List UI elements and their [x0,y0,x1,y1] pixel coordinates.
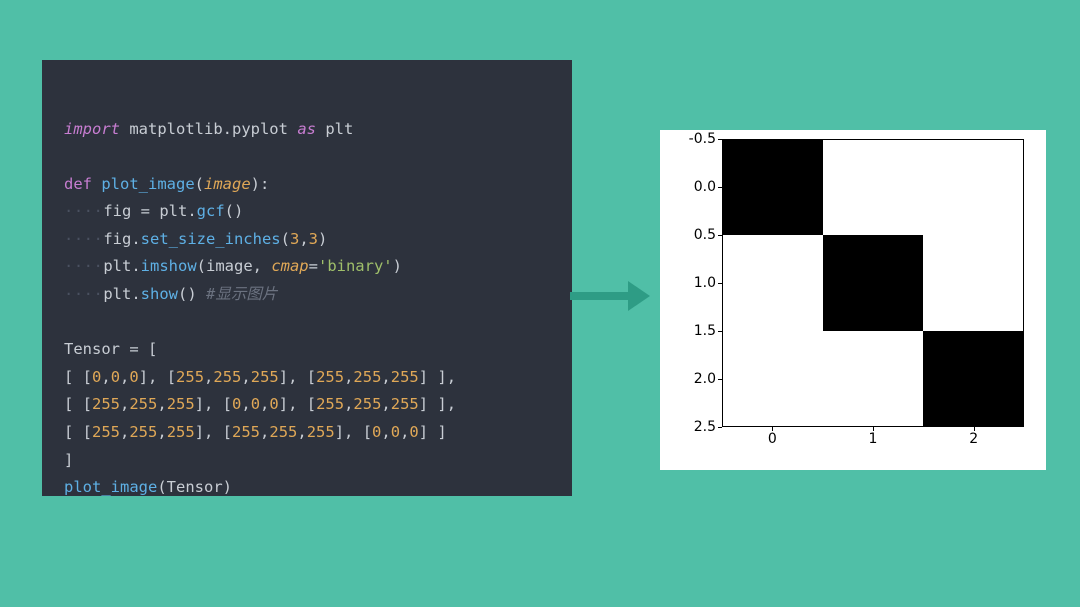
heatmap-cell [923,140,1023,235]
matplotlib-plot: -0.5 0.0 0.5 1.0 1.5 2.0 2.5 0 1 2 [660,130,1046,470]
arrow-right-icon [570,281,650,311]
code-editor: import matplotlib.pyplot as plt def plot… [42,60,572,496]
keyword-def: def [64,175,92,193]
heatmap-cell [823,331,923,426]
y-tick-label: 1.5 [660,324,716,338]
heatmap-cell [923,331,1023,426]
heatmap-cell [723,235,823,330]
keyword-import: import [64,120,120,138]
y-tick-label: 0.0 [660,180,716,194]
heatmap-cell [723,140,823,235]
heatmap-cell [923,235,1023,330]
x-tick-label: 1 [869,432,878,446]
y-tick-label: -0.5 [660,132,716,146]
y-tick-label: 2.0 [660,372,716,386]
heatmap-grid [722,139,1024,427]
y-tick-label: 1.0 [660,276,716,290]
heatmap-cell [823,235,923,330]
y-tick-label: 2.5 [660,420,716,434]
x-tick-label: 2 [969,432,978,446]
y-tick-label: 0.5 [660,228,716,242]
heatmap-cell [723,331,823,426]
x-tick-label: 0 [768,432,777,446]
heatmap-cell [823,140,923,235]
